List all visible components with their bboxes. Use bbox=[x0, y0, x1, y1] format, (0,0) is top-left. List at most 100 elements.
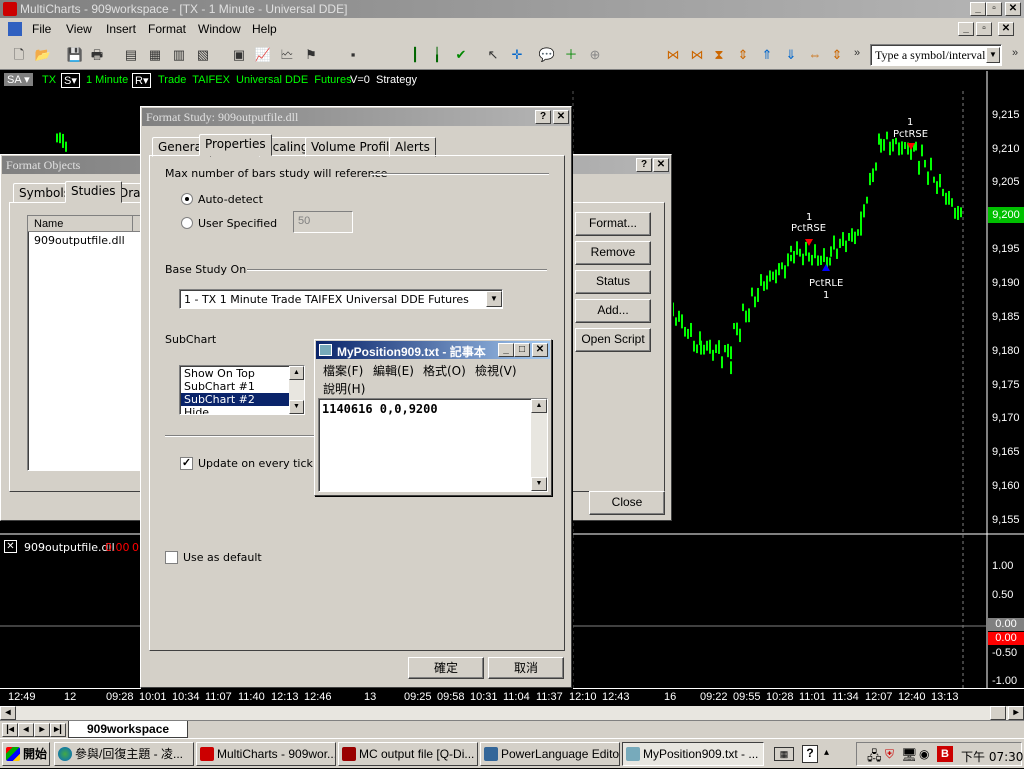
subchart-list-scrollbar[interactable]: ▲ ▼ bbox=[289, 366, 304, 414]
notepad-menu-file[interactable]: 檔案(F) bbox=[323, 362, 363, 379]
b-app-icon[interactable]: B bbox=[937, 746, 953, 762]
subchart-scroll-down-icon[interactable]: ▼ bbox=[289, 400, 304, 414]
arrow-right-icon[interactable]: ⋈ bbox=[688, 46, 706, 64]
arrow-left-icon[interactable]: ⋈ bbox=[664, 46, 682, 64]
base-study-dropdown-icon[interactable]: ▼ bbox=[486, 291, 502, 307]
notepad-scroll-down-icon[interactable]: ▼ bbox=[531, 477, 547, 491]
expand-icon[interactable]: ⇔ bbox=[806, 46, 824, 64]
format-icon[interactable]: ▪ bbox=[344, 46, 362, 64]
menu-file[interactable]: File bbox=[32, 22, 51, 36]
minimize-button[interactable]: _ bbox=[970, 2, 986, 16]
zoom-icon[interactable]: ⇕ bbox=[734, 46, 752, 64]
collapse-icon[interactable]: ⇕ bbox=[828, 46, 846, 64]
more-chevron-icon-2[interactable]: » bbox=[1006, 44, 1024, 62]
auto-detect-radio[interactable] bbox=[181, 193, 193, 205]
scroll-up-icon[interactable]: ⇑ bbox=[758, 46, 776, 64]
menu-view[interactable]: View bbox=[66, 22, 92, 36]
taskbar-item-powerlanguage[interactable]: PowerLanguage Edito... bbox=[480, 742, 620, 766]
bar-icon[interactable]: ┃ bbox=[406, 46, 424, 64]
monitor-icon[interactable]: 🖥 bbox=[901, 747, 918, 763]
format-study-close-button[interactable]: ✕ bbox=[553, 110, 569, 124]
notepad-text-area[interactable]: 1140616 0,0,9200 ▲ ▼ bbox=[318, 398, 548, 492]
taskbar-item-multicharts[interactable]: MultiCharts - 909wor... bbox=[196, 742, 336, 766]
tab-studies[interactable]: Studies bbox=[65, 181, 122, 203]
study-close-box[interactable]: ✕ bbox=[4, 540, 17, 553]
format-objects-close-button[interactable]: ✕ bbox=[653, 158, 669, 172]
signal-icon[interactable]: ⚑ bbox=[302, 46, 320, 64]
subchart-option[interactable]: Show On Top bbox=[184, 367, 255, 380]
notepad-minimize-button[interactable]: _ bbox=[498, 343, 514, 357]
notepad-scroll-up-icon[interactable]: ▲ bbox=[531, 399, 547, 413]
comment-icon[interactable]: 💬 bbox=[538, 46, 556, 64]
plus-icon[interactable]: ＋ bbox=[562, 46, 580, 64]
speaker-icon[interactable]: ◉ bbox=[919, 747, 929, 761]
notepad-menu-help[interactable]: 說明(H) bbox=[323, 380, 365, 397]
window-icon[interactable]: ▤ bbox=[122, 46, 140, 64]
workspace-tab[interactable]: 909workspace bbox=[68, 721, 189, 738]
notepad-scrollbar[interactable]: ▲ ▼ bbox=[531, 399, 547, 491]
child-restore-button[interactable]: ▫ bbox=[976, 22, 992, 36]
taskbar-item-forum[interactable]: 參與/回復主題 - 凌... bbox=[54, 742, 194, 766]
line-chart-icon[interactable]: 📈 bbox=[254, 46, 272, 64]
save-icon[interactable]: 💾 bbox=[66, 46, 84, 64]
study-icon[interactable]: 🗠 bbox=[278, 46, 296, 64]
pointer-icon[interactable]: ↖ bbox=[484, 46, 502, 64]
format-objects-close-dialog-button[interactable]: Close bbox=[589, 491, 665, 515]
notepad-close-button[interactable]: ✕ bbox=[532, 343, 548, 357]
quote-icon[interactable]: ▥ bbox=[170, 46, 188, 64]
prev-tab-icon[interactable]: ◂ bbox=[18, 723, 34, 737]
candle-icon[interactable]: ╽ bbox=[428, 46, 446, 64]
subchart-option[interactable]: SubChart #1 bbox=[184, 380, 255, 393]
taskbar-item-notepad[interactable]: MyPosition909.txt - ... bbox=[622, 742, 764, 766]
user-specified-radio[interactable] bbox=[181, 217, 193, 229]
notepad-menu-format[interactable]: 格式(O) bbox=[423, 362, 466, 379]
menu-window[interactable]: Window bbox=[198, 22, 241, 36]
crosshair-icon[interactable]: ✛ bbox=[508, 46, 526, 64]
start-button[interactable]: 開始 bbox=[2, 742, 50, 766]
check-icon[interactable]: ✔ bbox=[452, 46, 470, 64]
help-icon[interactable]: ? bbox=[802, 745, 818, 763]
ruler-icon[interactable]: ⊕ bbox=[586, 46, 604, 64]
subchart-list[interactable]: Show On Top SubChart #1 SubChart #2 Hide… bbox=[179, 365, 305, 415]
format-study-help-button[interactable]: ? bbox=[535, 110, 551, 124]
tab-properties[interactable]: Properties bbox=[199, 134, 272, 156]
network-icon[interactable]: 🖧 bbox=[867, 747, 882, 769]
use-as-default-checkbox[interactable] bbox=[165, 551, 178, 564]
chart-icon[interactable]: ▦ bbox=[146, 46, 164, 64]
cancel-button[interactable]: 取消 bbox=[488, 657, 564, 679]
scroll-left-button[interactable]: ◂ bbox=[0, 706, 16, 720]
symbol-input[interactable]: Type a symbol/interval bbox=[870, 44, 1002, 66]
notepad-menu-edit[interactable]: 編輯(E) bbox=[373, 362, 414, 379]
subchart-scroll-up-icon[interactable]: ▲ bbox=[289, 366, 304, 380]
menu-format[interactable]: Format bbox=[148, 22, 186, 36]
format-objects-help-button[interactable]: ? bbox=[636, 158, 652, 172]
taskbar-item-mc-output[interactable]: MC output file [Q-Di... bbox=[338, 742, 478, 766]
ok-button[interactable]: 確定 bbox=[408, 657, 484, 679]
studies-list[interactable]: Name 909outputfile.dll bbox=[27, 215, 141, 471]
tab-alerts[interactable]: Alerts bbox=[389, 137, 436, 157]
child-close-button[interactable]: ✕ bbox=[998, 22, 1014, 36]
notepad-menu-view[interactable]: 檢視(V) bbox=[475, 362, 517, 379]
hourglass-icon[interactable]: ⧗ bbox=[710, 46, 728, 64]
scroll-down-icon[interactable]: ⇓ bbox=[782, 46, 800, 64]
close-button[interactable]: ✕ bbox=[1005, 2, 1021, 16]
child-minimize-button[interactable]: _ bbox=[958, 22, 974, 36]
scroll-right-button[interactable]: ▸ bbox=[1008, 706, 1024, 720]
subchart-option[interactable]: Hide bbox=[184, 406, 209, 414]
scanner-icon[interactable]: ▧ bbox=[194, 46, 212, 64]
menu-insert[interactable]: Insert bbox=[106, 22, 136, 36]
scroll-thumb[interactable] bbox=[990, 706, 1006, 720]
last-tab-icon[interactable]: ▸| bbox=[50, 723, 66, 737]
tray-chevron-icon[interactable]: ▴ bbox=[824, 747, 829, 758]
shield-icon[interactable]: ⛨ bbox=[885, 747, 894, 762]
first-tab-icon[interactable]: |◂ bbox=[2, 723, 18, 737]
next-tab-icon[interactable]: ▸ bbox=[34, 723, 50, 737]
print-icon[interactable]: 🖶 bbox=[88, 46, 106, 64]
update-every-tick-checkbox[interactable]: ✓ bbox=[180, 457, 193, 470]
base-study-select[interactable]: 1 - TX 1 Minute Trade TAIFEX Universal D… bbox=[179, 289, 503, 309]
more-chevron-icon[interactable]: » bbox=[848, 44, 866, 62]
symbol-dropdown-button[interactable]: ▼ bbox=[986, 47, 1000, 63]
new-icon[interactable]: 🗋 bbox=[10, 46, 28, 64]
horizontal-scrollbar[interactable]: ◂ ▸ bbox=[0, 706, 1024, 720]
list-item[interactable]: 909outputfile.dll bbox=[34, 234, 125, 247]
